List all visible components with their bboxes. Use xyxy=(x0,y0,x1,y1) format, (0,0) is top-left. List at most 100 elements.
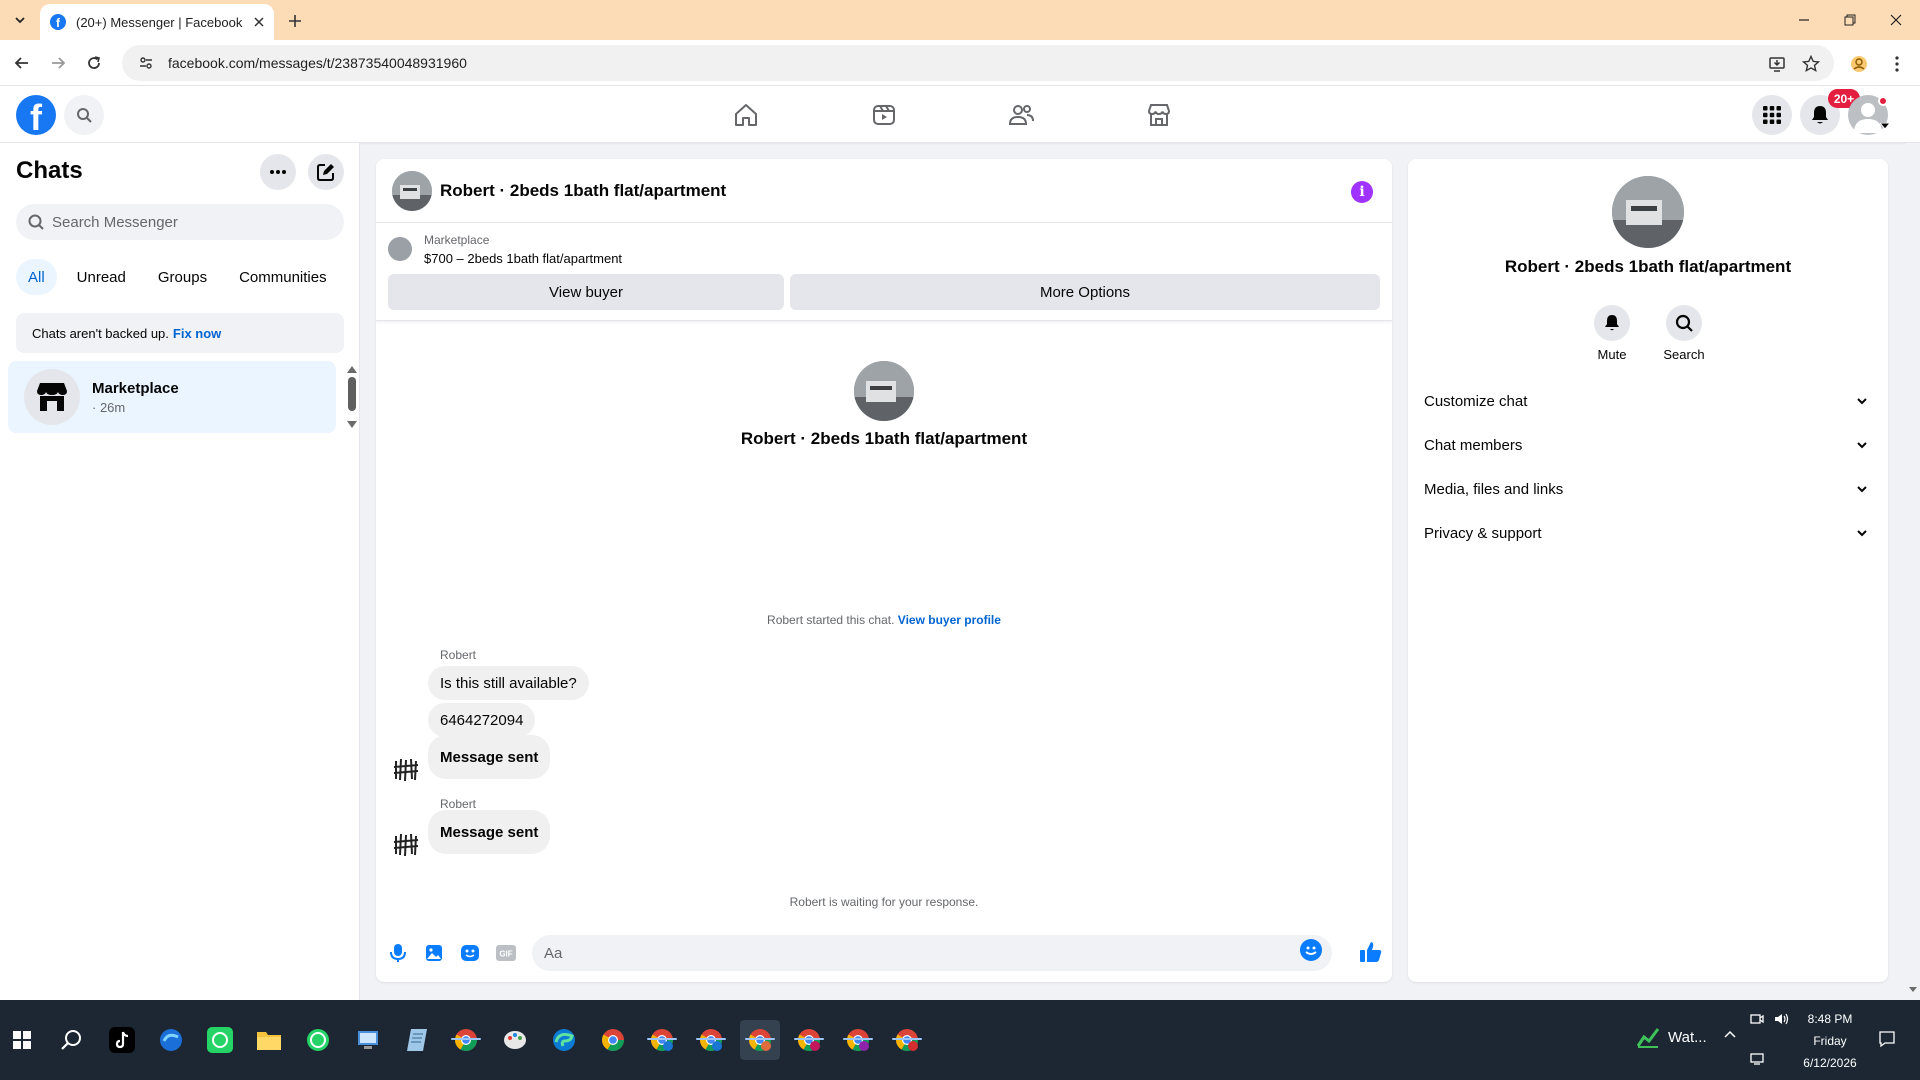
account-chevron-icon[interactable] xyxy=(1880,123,1890,131)
sender-avatar-icon[interactable] xyxy=(392,755,420,783)
volume-button[interactable] xyxy=(1774,1012,1790,1026)
privacy-support-section[interactable]: Privacy & support xyxy=(1424,511,1872,555)
facebook-logo[interactable]: f xyxy=(16,95,56,135)
facebook-search-button[interactable] xyxy=(64,95,104,135)
chevron-up-icon xyxy=(1724,1030,1736,1038)
network-button[interactable] xyxy=(1750,1052,1766,1066)
address-bar[interactable]: facebook.com/messages/t/2387354004893196… xyxy=(122,45,1834,81)
chrome-profile-app-icon[interactable] xyxy=(887,1020,927,1060)
chrome-profile-app-icon[interactable] xyxy=(789,1020,829,1060)
browser-tab[interactable]: f (20+) Messenger | Facebook xyxy=(40,4,274,40)
more-options-button[interactable]: More Options xyxy=(790,274,1380,310)
bookmark-button[interactable] xyxy=(1800,53,1822,75)
filter-unread[interactable]: Unread xyxy=(65,259,138,295)
nav-friends[interactable] xyxy=(965,90,1077,140)
listing-title[interactable]: $700 – 2beds 1bath flat/apartment xyxy=(424,251,622,266)
chat-list-scrollbar[interactable] xyxy=(348,377,356,411)
chrome-active-app-icon[interactable] xyxy=(740,1020,780,1060)
message-bubble[interactable]: Is this still available? xyxy=(428,666,589,700)
notifications-center-button[interactable] xyxy=(1878,1030,1896,1048)
chrome-profile-app-icon[interactable] xyxy=(838,1020,878,1060)
start-button[interactable] xyxy=(2,1020,42,1060)
message-bubble[interactable]: Message sent xyxy=(428,810,551,854)
site-settings-icon[interactable] xyxy=(138,55,154,71)
filter-communities[interactable]: Communities xyxy=(227,259,339,295)
attach-media-button[interactable] xyxy=(422,941,446,965)
sender-avatar-icon[interactable] xyxy=(392,830,420,858)
install-app-button[interactable] xyxy=(1766,53,1788,75)
conversation-title[interactable]: Robert · 2beds 1bath flat/apartment xyxy=(440,181,726,201)
message-bubble[interactable]: 6464272094 xyxy=(428,703,536,737)
chrome-app-icon[interactable] xyxy=(446,1020,486,1060)
chrome-profile-app-icon[interactable] xyxy=(691,1020,731,1060)
emoji-button[interactable] xyxy=(1300,939,1322,961)
sticker-button[interactable] xyxy=(458,941,482,965)
forward-button[interactable] xyxy=(44,49,72,77)
weather-widget[interactable]: Wat... xyxy=(1636,1026,1707,1048)
file-explorer-app-icon[interactable] xyxy=(249,1020,289,1060)
nav-video[interactable] xyxy=(828,90,940,140)
intro-avatar[interactable] xyxy=(854,361,914,421)
new-tab-button[interactable] xyxy=(282,8,308,34)
chat-list-item[interactable]: Marketplace · 26m xyxy=(8,361,336,433)
filter-all[interactable]: All xyxy=(16,259,57,295)
info-avatar[interactable] xyxy=(1612,176,1684,248)
control-panel-app-icon[interactable] xyxy=(348,1020,388,1060)
view-buyer-button[interactable]: View buyer xyxy=(388,274,784,310)
paint-app-icon[interactable] xyxy=(495,1020,535,1060)
mute-button[interactable] xyxy=(1594,305,1630,341)
chrome-profile-app-icon[interactable] xyxy=(642,1020,682,1060)
notes-app-icon[interactable] xyxy=(397,1020,437,1060)
mute-action[interactable]: Mute xyxy=(1576,305,1648,362)
search-action[interactable]: Search xyxy=(1648,305,1720,362)
reload-button[interactable] xyxy=(80,49,108,77)
message-bubble[interactable]: Message sent xyxy=(428,735,551,779)
page-scrollbar[interactable] xyxy=(1906,143,1920,1000)
meet-now-button[interactable] xyxy=(1750,1012,1764,1026)
tab-list-button[interactable] xyxy=(8,8,32,32)
chats-options-button[interactable] xyxy=(260,154,296,190)
close-window-button[interactable] xyxy=(1874,6,1918,34)
message-input[interactable] xyxy=(544,944,1304,962)
profile-button[interactable] xyxy=(1848,53,1870,75)
tiktok-app-icon[interactable] xyxy=(102,1020,142,1060)
back-button[interactable] xyxy=(8,49,36,77)
conversation-info-button[interactable]: i xyxy=(1351,181,1373,203)
edge-app-icon[interactable] xyxy=(544,1020,584,1060)
scroll-up-arrow-icon[interactable] xyxy=(346,364,358,374)
send-like-button[interactable] xyxy=(1358,939,1384,965)
chat-members-section[interactable]: Chat members xyxy=(1424,423,1872,467)
filter-groups[interactable]: Groups xyxy=(146,259,219,295)
computer-settings-icon xyxy=(358,1031,378,1049)
nav-marketplace[interactable] xyxy=(1103,90,1215,140)
folder-icon xyxy=(257,1032,281,1050)
chrome-profile-app-icon[interactable] xyxy=(593,1020,633,1060)
taskbar-clock[interactable]: 8:48 PM Friday 6/12/2026 xyxy=(1794,1010,1866,1072)
scroll-down-arrow-icon[interactable] xyxy=(1908,986,1918,994)
nav-home[interactable] xyxy=(690,90,802,140)
restore-button[interactable] xyxy=(1828,6,1872,34)
edge-dev-app-icon[interactable] xyxy=(151,1020,191,1060)
browser-menu-button[interactable] xyxy=(1886,53,1908,75)
new-message-button[interactable] xyxy=(308,154,344,190)
conversation-avatar[interactable] xyxy=(392,171,432,211)
menu-button[interactable] xyxy=(1752,95,1792,135)
search-in-conversation-button[interactable] xyxy=(1666,305,1702,341)
fix-now-link[interactable]: Fix now xyxy=(173,326,221,341)
customize-chat-section[interactable]: Customize chat xyxy=(1424,379,1872,423)
whatsapp-app-icon[interactable] xyxy=(298,1020,338,1060)
show-hidden-icons-button[interactable] xyxy=(1724,1030,1736,1038)
view-buyer-profile-link[interactable]: View buyer profile xyxy=(898,613,1001,627)
gif-button[interactable]: GIF xyxy=(494,941,518,965)
scroll-down-arrow-icon[interactable] xyxy=(346,420,358,430)
voice-clip-button[interactable] xyxy=(386,941,410,965)
search-messenger[interactable] xyxy=(16,204,344,240)
search-input[interactable] xyxy=(52,213,332,231)
marketplace-avatar xyxy=(24,369,80,425)
message-input-box[interactable] xyxy=(532,935,1332,971)
whatsapp-business-app-icon[interactable] xyxy=(200,1020,240,1060)
minimize-button[interactable] xyxy=(1782,6,1826,34)
taskbar-search-button[interactable] xyxy=(52,1020,92,1060)
close-tab-icon[interactable] xyxy=(254,17,264,27)
media-files-links-section[interactable]: Media, files and links xyxy=(1424,467,1872,511)
